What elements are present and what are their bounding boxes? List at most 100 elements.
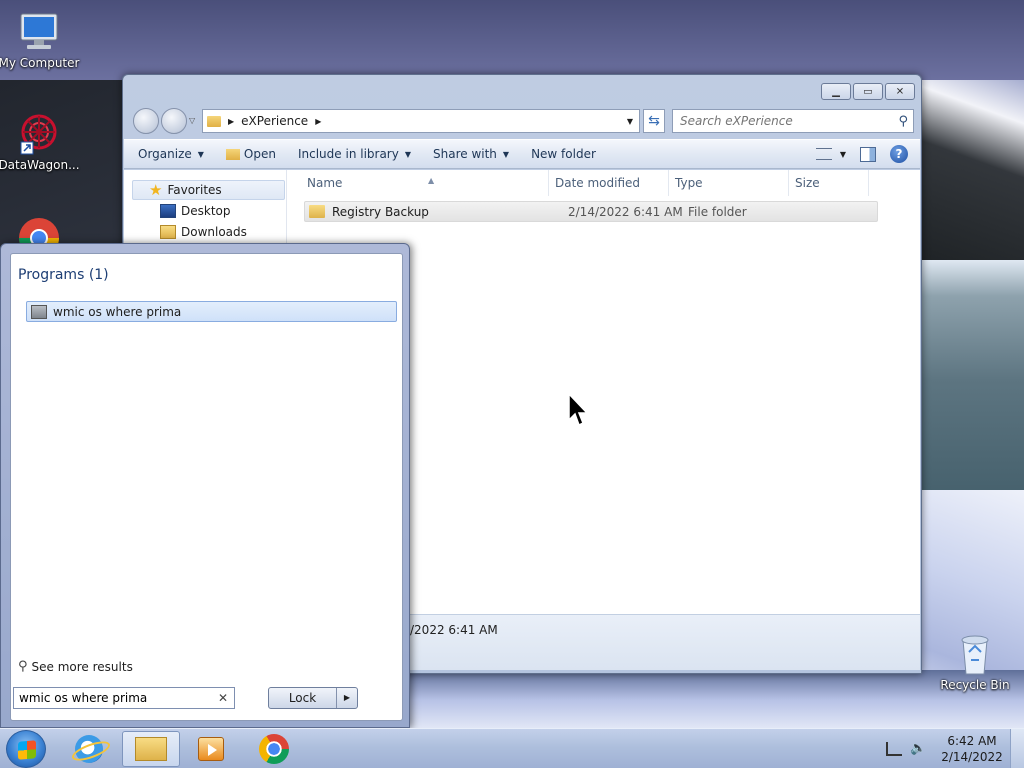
- show-desktop-button[interactable]: [1010, 729, 1024, 768]
- open-button[interactable]: Open: [225, 147, 276, 161]
- nav-label: Downloads: [181, 225, 247, 239]
- network-icon[interactable]: [886, 742, 902, 756]
- recent-pages-dropdown-icon[interactable]: ▽: [189, 116, 195, 125]
- column-headers: ▲ Name Date modified Type Size: [288, 170, 888, 196]
- chrome-icon: [259, 734, 289, 764]
- nav-item-downloads[interactable]: Downloads: [160, 222, 247, 242]
- forward-button[interactable]: [161, 108, 187, 134]
- column-header-type[interactable]: Type: [669, 170, 789, 196]
- desktop-icon-datawagon[interactable]: DataWagon...: [0, 112, 81, 172]
- lock-button[interactable]: Lock: [269, 688, 337, 708]
- column-label: Name: [307, 176, 343, 190]
- clock[interactable]: 6:42 AM 2/14/2022: [934, 733, 1010, 765]
- desktop-icon-label: DataWagon...: [0, 158, 80, 172]
- start-search-box[interactable]: ✕: [13, 687, 235, 709]
- internet-explorer-icon: [75, 735, 103, 763]
- see-more-results-link[interactable]: ⚲ See more results: [18, 659, 133, 674]
- close-icon: ✕: [895, 86, 905, 97]
- desktop-icon: [160, 204, 176, 218]
- new-folder-button[interactable]: New folder: [531, 147, 596, 161]
- power-options-arrow-icon[interactable]: ▶: [337, 688, 357, 708]
- downloads-icon: [160, 225, 176, 239]
- breadcrumb-chevron-icon[interactable]: ▶: [228, 117, 234, 126]
- share-with-button[interactable]: Share with ▼: [433, 147, 509, 161]
- start-menu: Programs (1) wmic os where prima ⚲ See m…: [0, 243, 410, 728]
- nav-item-desktop[interactable]: Desktop: [160, 201, 231, 221]
- maximize-icon: ▭: [863, 86, 873, 97]
- column-header-name[interactable]: ▲ Name: [288, 170, 549, 196]
- chevron-down-icon: ▼: [404, 149, 411, 159]
- file-name: Registry Backup: [332, 204, 429, 219]
- address-row: ▽ ▶ eXPerience ▶ ▼ ⇆ ⚲: [131, 108, 914, 134]
- new-folder-label: New folder: [531, 147, 596, 161]
- file-row[interactable]: Registry Backup 2/14/2022 6:41 AM File f…: [304, 201, 878, 222]
- taskbar: 🔈 6:42 AM 2/14/2022: [0, 728, 1024, 768]
- results-group-header[interactable]: Programs (1): [18, 267, 109, 283]
- details-view-icon: [815, 148, 832, 160]
- minimize-icon: ▁: [832, 86, 840, 97]
- view-controls: ▼ ?: [815, 145, 908, 163]
- folder-icon: [309, 205, 325, 218]
- clock-time: 6:42 AM: [947, 734, 997, 748]
- clear-search-icon[interactable]: ✕: [218, 691, 228, 705]
- address-dropdown-icon[interactable]: ▼: [627, 117, 633, 126]
- back-button[interactable]: [133, 108, 159, 134]
- start-button[interactable]: [6, 730, 46, 768]
- nav-label: Favorites: [167, 183, 222, 197]
- windows-logo-icon: [18, 740, 36, 760]
- taskbar-windows-explorer[interactable]: [122, 731, 180, 767]
- wallpaper-mountain-right: [920, 80, 1024, 260]
- desktop-icon-recycle-bin[interactable]: Recycle Bin: [933, 632, 1017, 692]
- maximize-button[interactable]: ▭: [853, 83, 883, 100]
- taskbar-internet-explorer[interactable]: [60, 731, 118, 767]
- column-header-date-modified[interactable]: Date modified: [549, 170, 669, 196]
- volume-icon[interactable]: 🔈: [910, 742, 926, 756]
- preview-pane-icon[interactable]: [860, 146, 876, 162]
- address-bar[interactable]: ▶ eXPerience ▶ ▼: [202, 109, 640, 133]
- computer-icon: [20, 13, 58, 49]
- search-result-item[interactable]: wmic os where prima: [26, 301, 397, 322]
- desktop-icon-my-computer[interactable]: My Computer: [0, 10, 81, 70]
- wallpaper-ice-bottom: [400, 670, 1024, 730]
- system-tray: 🔈 6:42 AM 2/14/2022: [886, 729, 1024, 768]
- help-icon[interactable]: ?: [890, 145, 908, 163]
- nav-item-favorites[interactable]: ★ Favorites: [132, 180, 285, 200]
- include-in-library-label: Include in library: [297, 147, 399, 161]
- chevron-down-icon: ▼: [502, 149, 510, 159]
- chevron-down-icon: ▼: [839, 149, 846, 159]
- cmd-icon: [31, 304, 47, 319]
- breadcrumb-chevron-icon[interactable]: ▶: [315, 117, 321, 126]
- start-search-input[interactable]: [19, 691, 218, 705]
- file-date: 2/14/2022 6:41 AM: [568, 205, 683, 219]
- search-icon[interactable]: ⚲: [898, 114, 908, 129]
- taskbar-media-player[interactable]: [182, 731, 240, 767]
- refresh-button[interactable]: ⇆: [643, 109, 665, 133]
- share-with-label: Share with: [433, 147, 497, 161]
- taskbar-chrome[interactable]: [245, 731, 303, 767]
- chevron-down-icon: ▼: [197, 149, 204, 159]
- organize-button[interactable]: Organize ▼: [138, 147, 204, 161]
- clock-date: 2/14/2022: [941, 750, 1003, 764]
- search-input[interactable]: [680, 114, 899, 128]
- wallpaper-water: [920, 260, 1024, 500]
- organize-label: Organize: [138, 147, 192, 161]
- sort-ascending-icon: ▲: [428, 176, 435, 185]
- breadcrumb-item[interactable]: eXPerience: [241, 114, 308, 128]
- close-button[interactable]: ✕: [885, 83, 915, 100]
- column-label: Type: [675, 176, 703, 190]
- search-result-label: wmic os where prima: [53, 304, 182, 319]
- datawagon-icon: [20, 114, 57, 155]
- see-more-label: See more results: [31, 659, 133, 674]
- include-in-library-button[interactable]: Include in library ▼: [298, 147, 411, 161]
- folder-icon: [207, 115, 221, 127]
- search-box[interactable]: ⚲: [672, 109, 914, 133]
- change-view-button[interactable]: ▼: [815, 148, 846, 160]
- column-label: Size: [795, 176, 820, 190]
- desktop-icon-label: Recycle Bin: [940, 678, 1010, 692]
- column-header-size[interactable]: Size: [789, 170, 869, 196]
- search-icon: ⚲: [18, 659, 28, 674]
- star-icon: ★: [149, 181, 163, 199]
- start-menu-results-panel: Programs (1) wmic os where prima ⚲ See m…: [10, 253, 403, 721]
- caption-buttons: ▁ ▭ ✕: [821, 83, 915, 100]
- minimize-button[interactable]: ▁: [821, 83, 851, 100]
